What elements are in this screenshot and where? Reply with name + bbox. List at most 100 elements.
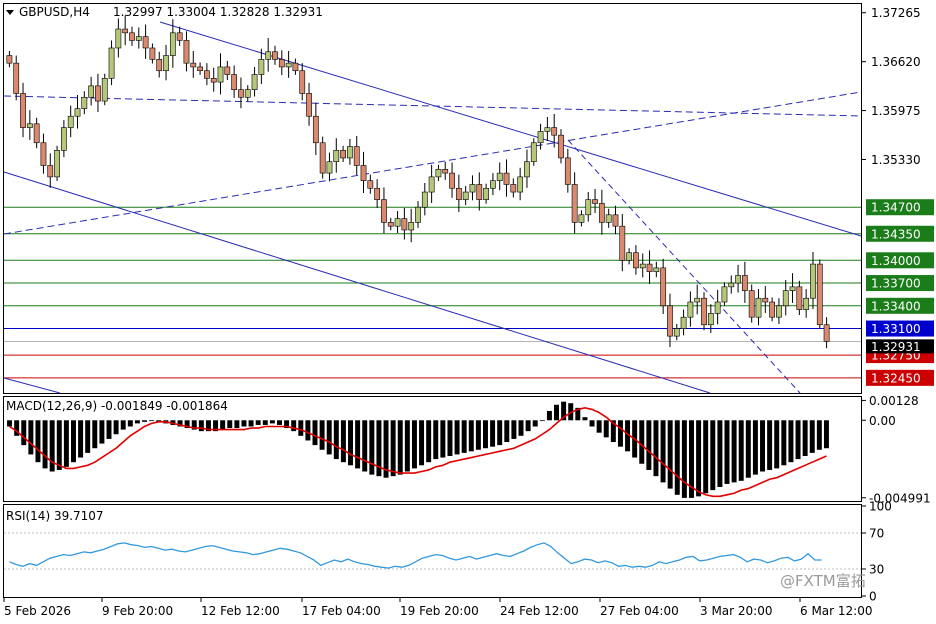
candle-body	[769, 301, 776, 318]
candle-body	[74, 108, 81, 117]
candle-body	[687, 301, 694, 318]
level-tag-label: 1.33100	[871, 322, 921, 336]
candle-body	[524, 161, 530, 178]
candle-body	[462, 191, 469, 200]
macd-bar	[92, 420, 98, 449]
macd-bar	[106, 420, 112, 439]
macd-bar	[113, 420, 119, 435]
macd-bar	[703, 420, 709, 494]
macd-bar	[802, 420, 808, 456]
candle-body	[360, 165, 367, 181]
rsi-tick-label: 70	[869, 527, 884, 541]
macd-bar	[554, 404, 560, 421]
candle-body	[449, 172, 455, 189]
candle-body	[558, 134, 564, 159]
candle-body	[428, 176, 435, 193]
macd-bar	[603, 420, 609, 438]
candle-body	[13, 62, 20, 94]
candle-body	[33, 123, 40, 144]
rsi-tick-label: 100	[869, 500, 892, 514]
macd-tick-label: 0.00	[869, 414, 896, 428]
macd-bar	[646, 420, 652, 470]
candle-body	[81, 96, 88, 109]
candle-body	[353, 146, 360, 166]
candle-body	[442, 169, 449, 174]
candle-body	[122, 28, 129, 34]
candle-body	[755, 297, 762, 318]
candle-body	[660, 267, 667, 307]
candle-body	[67, 115, 74, 128]
candle-body	[796, 286, 803, 310]
macd-bar	[99, 420, 105, 444]
candle-body	[204, 70, 210, 79]
candle-body	[183, 40, 190, 64]
macd-bar	[276, 420, 282, 425]
candle-body	[272, 51, 278, 60]
macd-bar	[809, 420, 815, 453]
macd-bar	[667, 420, 673, 489]
macd-bar	[660, 420, 666, 483]
candle-body	[163, 55, 169, 72]
time-tick-label: 6 Mar 12:00	[800, 604, 873, 618]
macd-bar	[142, 420, 148, 422]
macd-bar	[710, 420, 716, 491]
candle-body	[156, 59, 163, 72]
candle-body	[95, 85, 101, 102]
level-tag-label: 1.33400	[871, 299, 921, 313]
candle-body	[319, 142, 326, 174]
macd-bar	[738, 420, 744, 481]
macd-bar	[355, 420, 361, 469]
candle-body	[667, 305, 673, 337]
candle-body	[238, 89, 244, 98]
candle-body	[728, 282, 735, 288]
candle-body	[823, 324, 830, 342]
candle-body	[701, 297, 707, 326]
candle-body	[544, 127, 551, 132]
candle-body	[197, 66, 203, 72]
candle-body	[619, 225, 626, 261]
candle-body	[401, 218, 408, 231]
macd-bar	[340, 420, 346, 463]
macd-bar	[539, 420, 545, 422]
candle-body	[564, 157, 571, 185]
macd-bar	[731, 420, 737, 483]
macd-bar	[546, 410, 552, 421]
candle-body	[312, 115, 319, 144]
macd-bar	[21, 420, 27, 446]
candle-body	[530, 142, 537, 163]
candle-body	[115, 28, 122, 49]
price-tick-label: 1.35330	[871, 153, 921, 167]
candle-body	[598, 203, 605, 223]
candle-body	[735, 275, 741, 284]
candle-body	[129, 32, 135, 41]
macd-bar	[120, 420, 126, 430]
macd-bar	[42, 420, 48, 469]
candle-body	[374, 187, 381, 200]
time-tick-label: 12 Feb 12:00	[201, 604, 280, 618]
candle-body	[224, 66, 231, 75]
macd-bar	[482, 420, 488, 449]
macd-bar	[774, 420, 780, 469]
candle-body	[285, 62, 292, 68]
rsi-tick-label: 0	[869, 590, 877, 604]
macd-bar	[525, 420, 531, 432]
macd-bar	[35, 420, 41, 463]
price-tick-label: 1.35975	[871, 104, 921, 118]
candle-body	[810, 263, 816, 299]
price-tick-label: 1.36620	[871, 55, 921, 69]
macd-bar	[468, 420, 474, 452]
time-tick-label: 9 Feb 20:00	[102, 604, 173, 618]
macd-bar	[589, 420, 595, 427]
macd-bar	[348, 420, 354, 466]
candle-body	[653, 267, 660, 272]
macd-bar	[816, 420, 822, 450]
macd-bar	[291, 420, 297, 432]
macd-bar	[28, 420, 34, 455]
macd-bar	[447, 420, 453, 456]
macd-bar	[298, 420, 304, 436]
macd-bar	[681, 420, 687, 498]
macd-bar	[312, 420, 318, 446]
candle-body	[408, 222, 415, 231]
candle-body	[421, 191, 428, 208]
candle-body	[510, 184, 517, 193]
